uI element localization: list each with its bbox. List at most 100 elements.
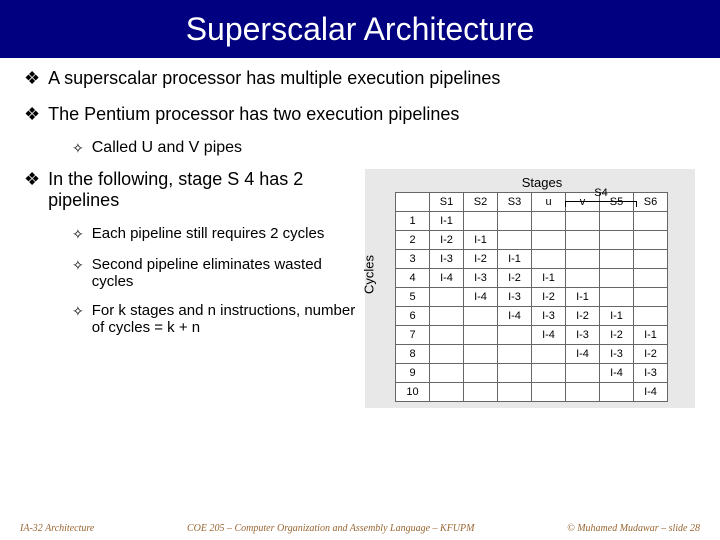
- table-cell: I-1: [430, 211, 464, 230]
- table-cell: I-2: [430, 230, 464, 249]
- content-row: ❖ In the following, stage S 4 has 2 pipe…: [24, 169, 696, 408]
- table-cell: [430, 382, 464, 401]
- table-cell: [498, 382, 532, 401]
- table-cell: I-3: [566, 325, 600, 344]
- table-header-cell: S3: [498, 192, 532, 211]
- table-cell: [498, 363, 532, 382]
- table-cell: I-3: [634, 363, 668, 382]
- table-cell: I-1: [566, 287, 600, 306]
- table-cell: [634, 287, 668, 306]
- s4-label: S4: [594, 187, 607, 199]
- table-cell: I-3: [464, 268, 498, 287]
- table-row: 8I-4I-3I-2: [396, 344, 668, 363]
- bullet-main: ❖ A superscalar processor has multiple e…: [24, 68, 696, 90]
- table-row: 3I-3I-2I-1: [396, 249, 668, 268]
- table-cell: [430, 306, 464, 325]
- table-header-cell: S6: [634, 192, 668, 211]
- pipeline-diagram: Stages S4 Cycles S1S2S3uvS5S61I-12I-2I-1…: [365, 169, 695, 408]
- table-row: 5I-4I-3I-2I-1: [396, 287, 668, 306]
- table-cell: [634, 268, 668, 287]
- table-cell: [498, 344, 532, 363]
- table-cell: I-2: [464, 249, 498, 268]
- slide-title: Superscalar Architecture: [186, 11, 535, 48]
- table-cell: [600, 249, 634, 268]
- bullet-text: Called U and V pipes: [92, 139, 242, 157]
- table-cell: [600, 268, 634, 287]
- table-cell: [532, 230, 566, 249]
- table-row: 1I-1: [396, 211, 668, 230]
- left-column: ❖ In the following, stage S 4 has 2 pipe…: [24, 169, 359, 349]
- table-cell: [464, 325, 498, 344]
- table-row: 2I-2I-1: [396, 230, 668, 249]
- slide-content: ❖ A superscalar processor has multiple e…: [0, 58, 720, 408]
- slide-footer: IA-32 Architecture COE 205 – Computer Or…: [0, 523, 720, 534]
- table-cell: [634, 249, 668, 268]
- title-bar: Superscalar Architecture: [0, 0, 720, 58]
- table-cell: I-1: [634, 325, 668, 344]
- diamond-open-icon: ✧: [72, 139, 84, 159]
- table-row: 7I-4I-3I-2I-1: [396, 325, 668, 344]
- table-cell: [532, 363, 566, 382]
- table-row: 10I-4: [396, 382, 668, 401]
- table-row: 4I-4I-3I-2I-1: [396, 268, 668, 287]
- table-cell: [566, 382, 600, 401]
- table-cell: [430, 344, 464, 363]
- pipeline-table: S1S2S3uvS5S61I-12I-2I-13I-3I-2I-14I-4I-3…: [395, 192, 668, 402]
- table-cell: [532, 344, 566, 363]
- table-cell: [566, 268, 600, 287]
- row-header-cell: 7: [396, 325, 430, 344]
- table-cell: [600, 230, 634, 249]
- table-cell: [566, 249, 600, 268]
- row-header-cell: 6: [396, 306, 430, 325]
- table-row: 9 I-4I-3: [396, 363, 668, 382]
- table-cell: I-2: [532, 287, 566, 306]
- table-cell: [634, 306, 668, 325]
- diamond-open-icon: ✧: [72, 225, 84, 245]
- table-cell: I-2: [634, 344, 668, 363]
- diamond-filled-icon: ❖: [24, 68, 40, 90]
- bullet-sub: ✧ For k stages and n instructions, numbe…: [72, 302, 359, 336]
- bullet-sub: ✧ Each pipeline still requires 2 cycles: [72, 225, 359, 245]
- table-cell: [634, 211, 668, 230]
- bullet-sub: ✧ Called U and V pipes: [72, 139, 696, 159]
- diagram-container: Stages S4 Cycles S1S2S3uvS5S61I-12I-2I-1…: [365, 169, 695, 408]
- table-cell: [498, 325, 532, 344]
- table-cell: I-4: [532, 325, 566, 344]
- table-cell: [464, 211, 498, 230]
- table-cell: I-3: [532, 306, 566, 325]
- table-cell: [430, 363, 464, 382]
- table-cell: [532, 249, 566, 268]
- table-cell: [634, 230, 668, 249]
- table-cell: I-4: [634, 382, 668, 401]
- bullet-text: In the following, stage S 4 has 2 pipeli…: [48, 169, 359, 211]
- table-cell: I-3: [430, 249, 464, 268]
- table-cell: [566, 211, 600, 230]
- table-cell: [430, 287, 464, 306]
- table-cell: I-2: [498, 268, 532, 287]
- table-cell: I-1: [498, 249, 532, 268]
- row-header-cell: 4: [396, 268, 430, 287]
- table-cell: [532, 211, 566, 230]
- table-cell: I-4: [566, 344, 600, 363]
- diamond-open-icon: ✧: [72, 256, 84, 276]
- table-cell: I-4: [430, 268, 464, 287]
- table-header-cell: u: [532, 192, 566, 211]
- row-header-cell: 1: [396, 211, 430, 230]
- diamond-filled-icon: ❖: [24, 104, 40, 126]
- table-cell: [498, 211, 532, 230]
- table-cell: [600, 287, 634, 306]
- bullet-main: ❖ In the following, stage S 4 has 2 pipe…: [24, 169, 359, 211]
- table-cell: [566, 363, 600, 382]
- bullet-main: ❖ The Pentium processor has two executio…: [24, 104, 696, 126]
- table-cell: [464, 306, 498, 325]
- table-cell: I-4: [600, 363, 634, 382]
- row-header-cell: 2: [396, 230, 430, 249]
- table-cell: [464, 363, 498, 382]
- table-cell: I-1: [532, 268, 566, 287]
- table-cell: I-3: [600, 344, 634, 363]
- row-header-cell: 9: [396, 363, 430, 382]
- bullet-text: Each pipeline still requires 2 cycles: [92, 225, 325, 242]
- bullet-text: For k stages and n instructions, number …: [92, 302, 359, 336]
- table-cell: [566, 230, 600, 249]
- footer-center: COE 205 – Computer Organization and Asse…: [94, 523, 567, 534]
